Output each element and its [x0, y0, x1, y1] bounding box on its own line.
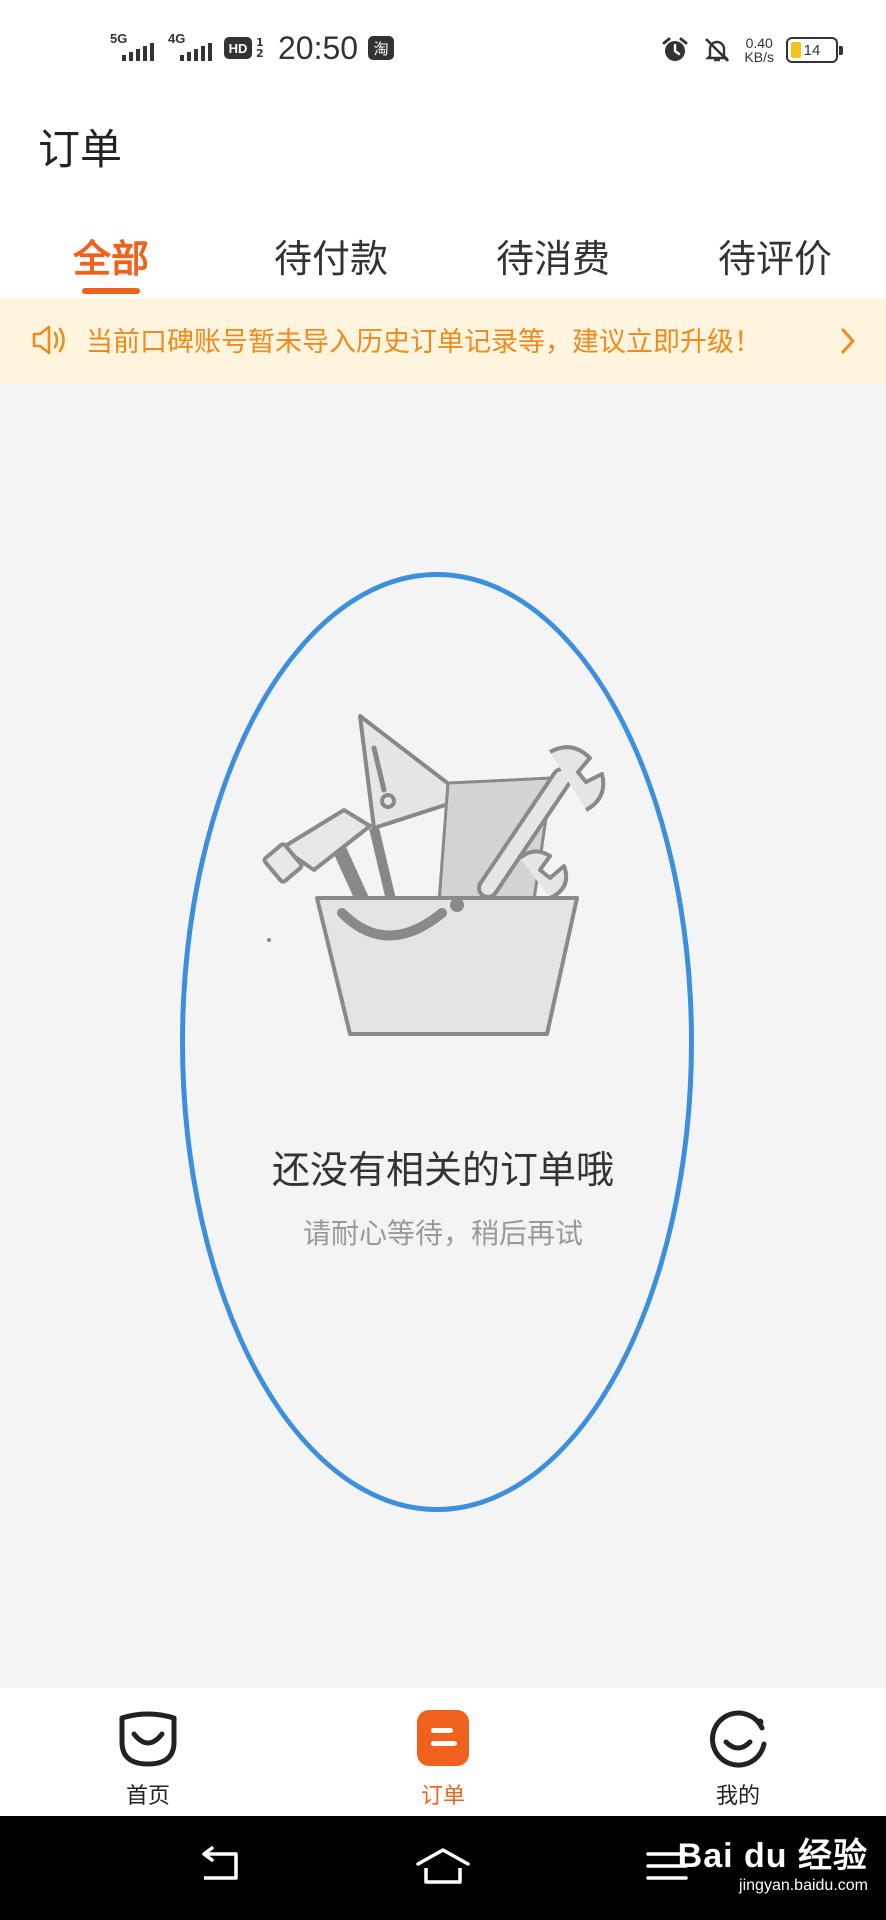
baidu-jingyan-watermark: Bai du 经验 jingyan.baidu.com — [678, 1828, 868, 1895]
taobao-badge-label: 淘 — [373, 39, 389, 58]
status-bar: 5G 4G HD 1 2 20:50 淘 0.40 KB/s 14 — [0, 0, 886, 100]
net-speed: 0.40 KB/s — [744, 36, 774, 64]
page-title: 订单 — [38, 125, 123, 174]
watermark-url: jingyan.baidu.com — [739, 1877, 868, 1894]
home-icon[interactable] — [414, 1846, 472, 1890]
bottom-nav: 首页 订单 我的 — [0, 1688, 886, 1816]
tab-active-indicator — [82, 288, 140, 294]
mute-bell-icon — [702, 35, 732, 65]
nav-item-orders[interactable]: 订单 — [373, 1708, 513, 1810]
home-smile-icon — [116, 1708, 180, 1768]
chevron-right-icon — [838, 326, 858, 360]
order-list-area: 还没有相关的订单哦 请耐心等待，稍后再试 — [0, 384, 886, 1688]
signal-5g-icon: 5G — [108, 31, 156, 65]
hd-label: HD — [228, 40, 248, 56]
highlight-annotation-oval — [180, 572, 694, 1512]
status-right: 0.40 KB/s 14 — [660, 30, 843, 70]
battery-icon: 14 — [786, 37, 843, 63]
tab-pending-use[interactable]: 待消费 — [463, 228, 643, 283]
signal-4g-icon: 4G — [166, 31, 214, 65]
nav-item-profile[interactable]: 我的 — [668, 1708, 808, 1810]
nav-label-profile: 我的 — [715, 1784, 760, 1809]
upgrade-notice-bar[interactable]: 当前口碑账号暂未导入历史订单记录等，建议立即升级！ — [0, 298, 886, 384]
hd-sim-label: 1 2 — [256, 36, 264, 60]
back-icon[interactable] — [198, 1846, 244, 1890]
taobao-notification-icon: 淘 — [368, 36, 395, 60]
net-speed-value: 0.40 — [745, 35, 773, 51]
nav-item-home[interactable]: 首页 — [78, 1708, 218, 1810]
status-left: 5G 4G HD 1 2 20:50 淘 — [108, 28, 395, 68]
notice-text: 当前口碑账号暂未导入历史订单记录等，建议立即升级！ — [86, 327, 761, 358]
net-speed-unit: KB/s — [744, 49, 774, 65]
nav-label-home: 首页 — [125, 1784, 170, 1809]
hd-voice-icon: HD — [224, 37, 252, 59]
tab-pending-payment[interactable]: 待付款 — [241, 228, 421, 283]
tab-all[interactable]: 全部 — [21, 228, 201, 283]
watermark-logo: Bai du 经验 — [677, 1837, 868, 1875]
status-time: 20:50 — [278, 29, 359, 66]
battery-level: 14 — [803, 41, 821, 59]
tab-pending-review[interactable]: 待评价 — [685, 228, 865, 283]
order-tabs: 全部 待付款 待消费 待评价 — [0, 222, 886, 298]
orders-icon — [411, 1708, 475, 1768]
speaker-icon — [30, 322, 70, 362]
nav-label-orders: 订单 — [420, 1784, 465, 1809]
profile-smile-icon — [706, 1708, 770, 1768]
alarm-icon — [660, 35, 690, 65]
system-nav-bar: Bai du 经验 jingyan.baidu.com — [0, 1816, 886, 1920]
